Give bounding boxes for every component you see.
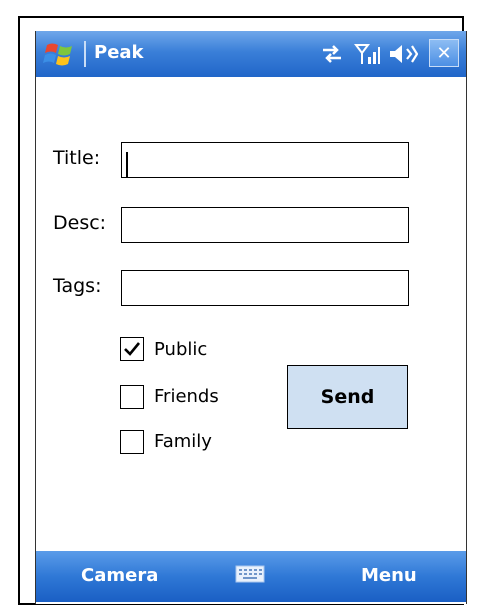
family-checkbox[interactable] — [120, 430, 144, 454]
desc-label: Desc: — [53, 212, 107, 234]
public-label[interactable]: Public — [154, 339, 207, 360]
tags-input[interactable] — [121, 270, 409, 306]
soft-key-bar: Camera Menu — [36, 551, 466, 602]
title-bar: Peak ✕ — [36, 31, 466, 77]
keyboard-icon[interactable] — [235, 565, 265, 583]
app-title: Peak — [94, 42, 144, 63]
menu-softkey[interactable]: Menu — [361, 565, 417, 586]
connectivity-icon[interactable] — [319, 42, 345, 66]
title-input[interactable] — [121, 142, 409, 178]
text-caret — [126, 152, 128, 178]
title-label: Title: — [53, 147, 101, 169]
desc-input[interactable] — [121, 207, 409, 243]
friends-checkbox[interactable] — [120, 385, 144, 409]
windows-start-icon[interactable] — [43, 39, 77, 69]
device-screen: Peak ✕ Title: Desc: Tags: Public Friends… — [35, 31, 467, 604]
signal-icon[interactable] — [354, 42, 380, 66]
close-button[interactable]: ✕ — [429, 39, 459, 67]
public-checkbox[interactable] — [120, 337, 144, 361]
title-separator — [84, 41, 86, 67]
tags-label: Tags: — [53, 275, 102, 297]
camera-softkey[interactable]: Camera — [81, 565, 158, 586]
checkmark-icon — [124, 342, 141, 356]
family-label[interactable]: Family — [154, 431, 212, 452]
close-icon: ✕ — [436, 42, 452, 64]
friends-label[interactable]: Friends — [154, 386, 219, 407]
volume-icon[interactable] — [388, 42, 418, 66]
send-button[interactable]: Send — [287, 365, 408, 429]
